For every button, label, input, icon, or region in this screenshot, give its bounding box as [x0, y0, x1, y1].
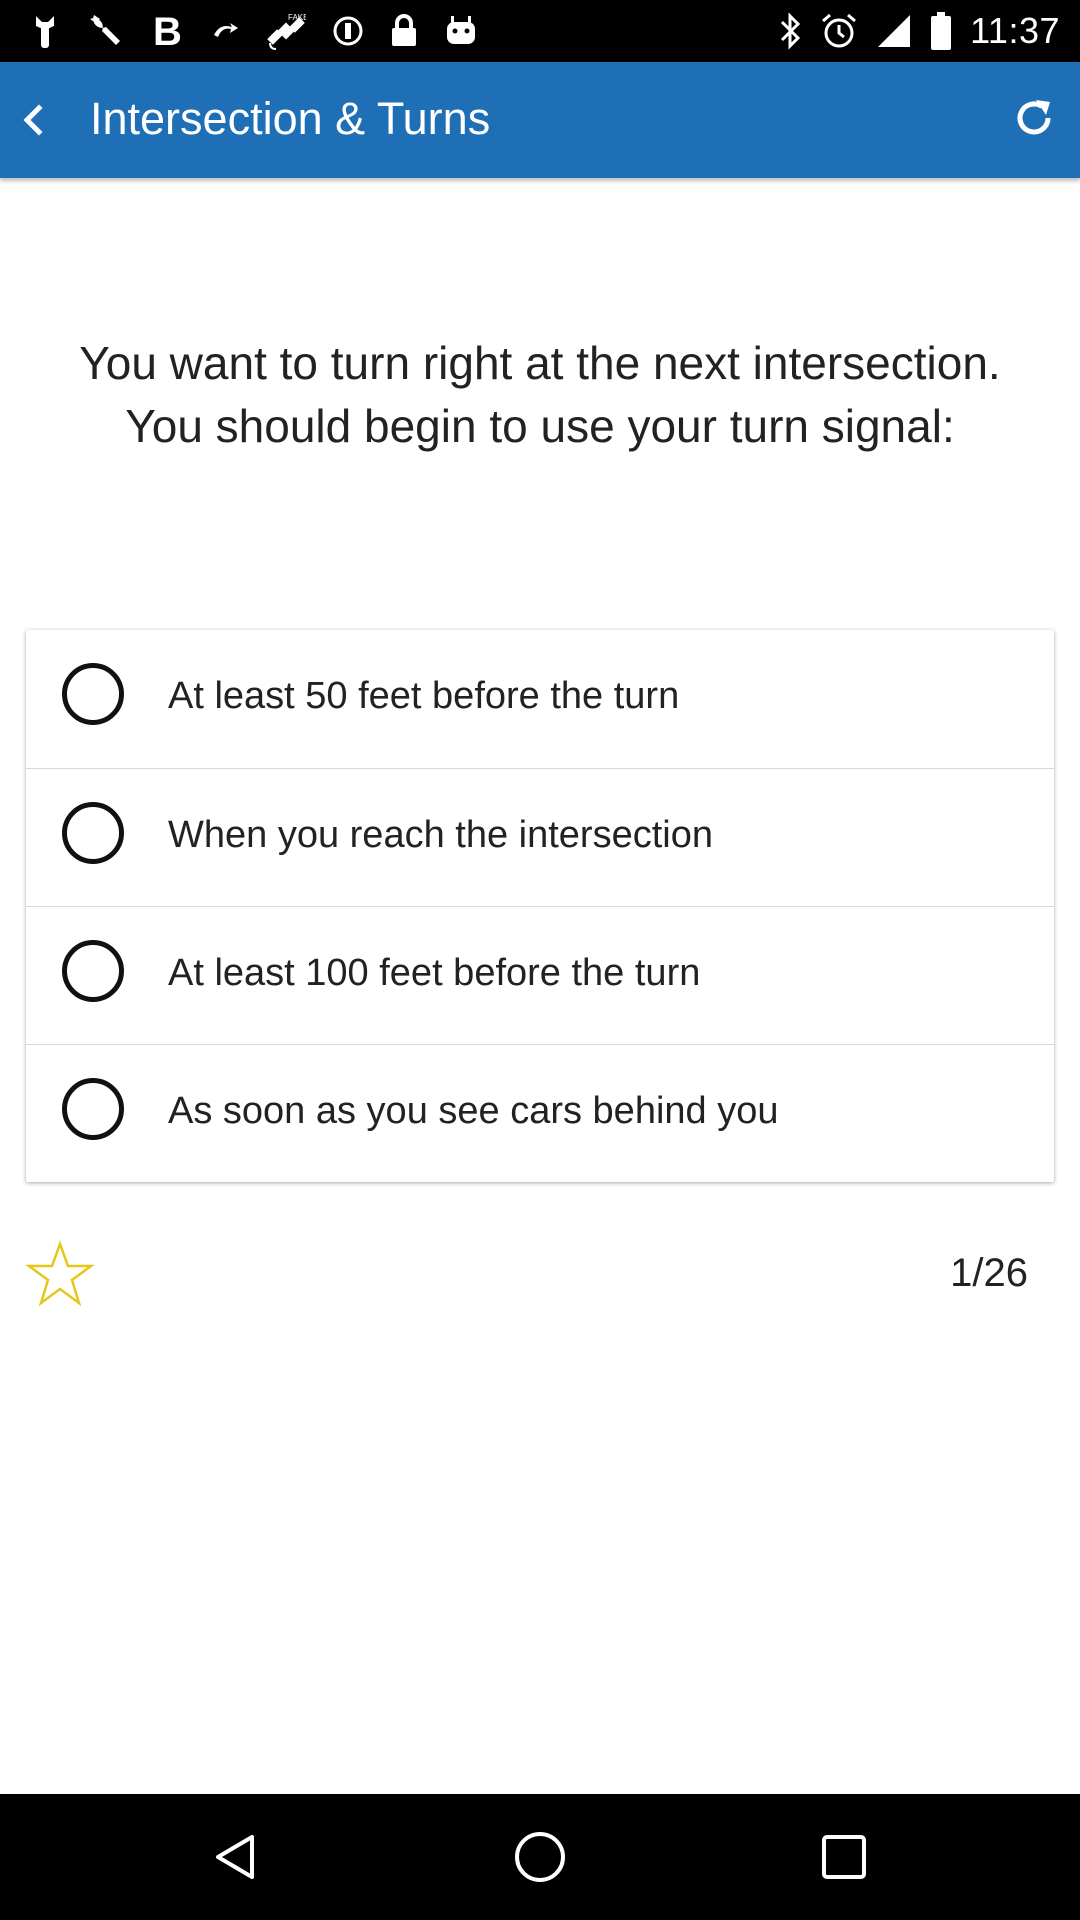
- bluetooth-icon: [778, 12, 802, 50]
- lock-icon: [390, 14, 418, 48]
- battery-icon: [930, 12, 952, 50]
- answer-option[interactable]: As soon as you see cars behind you: [26, 1044, 1054, 1182]
- page-title: Intersection & Turns: [90, 93, 491, 144]
- svg-text:B: B: [153, 12, 182, 50]
- answer-label: When you reach the intersection: [168, 814, 713, 856]
- status-time: 11:37: [970, 10, 1060, 51]
- nav-recents-button[interactable]: [814, 1827, 874, 1887]
- radio-button[interactable]: [62, 1078, 124, 1140]
- radio-button[interactable]: [62, 802, 124, 864]
- status-bar: B FAKE 11:37: [0, 0, 1080, 62]
- svg-text:FAKE: FAKE: [288, 13, 306, 22]
- star-outline-icon: [25, 1240, 95, 1307]
- tools-icon: [86, 11, 126, 51]
- answer-label: At least 50 feet before the turn: [168, 675, 680, 717]
- chevron-left-icon: [23, 104, 43, 136]
- answer-option[interactable]: At least 100 feet before the turn: [26, 906, 1054, 1044]
- answer-label: As soon as you see cars behind you: [168, 1090, 779, 1132]
- status-left-icons: B FAKE: [30, 10, 478, 52]
- refresh-icon: [1017, 100, 1051, 135]
- nav-home-button[interactable]: [510, 1827, 570, 1887]
- sync-icon: [210, 19, 240, 43]
- back-nav-icon: [216, 1835, 254, 1879]
- radio-button[interactable]: [62, 940, 124, 1002]
- status-right-icons: 11:37: [778, 8, 1060, 54]
- android-icon: [444, 14, 478, 48]
- answer-list: At least 50 feet before the turn When yo…: [26, 630, 1054, 1182]
- recents-nav-icon: [822, 1835, 866, 1879]
- answer-option[interactable]: At least 50 feet before the turn: [26, 630, 1054, 768]
- signal-icon: [876, 13, 912, 49]
- app-bar: Intersection & Turns: [0, 62, 1080, 178]
- answer-label: At least 100 feet before the turn: [168, 952, 701, 994]
- bold-b-icon: B: [152, 12, 184, 50]
- favorite-button[interactable]: [25, 1240, 95, 1308]
- nav-back-button[interactable]: [206, 1827, 266, 1887]
- satellite-fake-icon: FAKE: [266, 11, 306, 51]
- wrench-icon: [30, 14, 60, 48]
- refresh-button[interactable]: [1006, 90, 1062, 146]
- question-counter: 1/26: [950, 1251, 1028, 1295]
- answer-option[interactable]: When you reach the intersection: [26, 768, 1054, 906]
- home-nav-icon: [515, 1832, 565, 1882]
- info-circle-icon: [332, 15, 364, 47]
- alarm-icon: [820, 12, 858, 50]
- back-button[interactable]: [6, 92, 62, 148]
- radio-button[interactable]: [62, 663, 124, 725]
- question-text: You want to turn right at the next inter…: [79, 337, 1001, 452]
- navigation-bar: [0, 1794, 1080, 1920]
